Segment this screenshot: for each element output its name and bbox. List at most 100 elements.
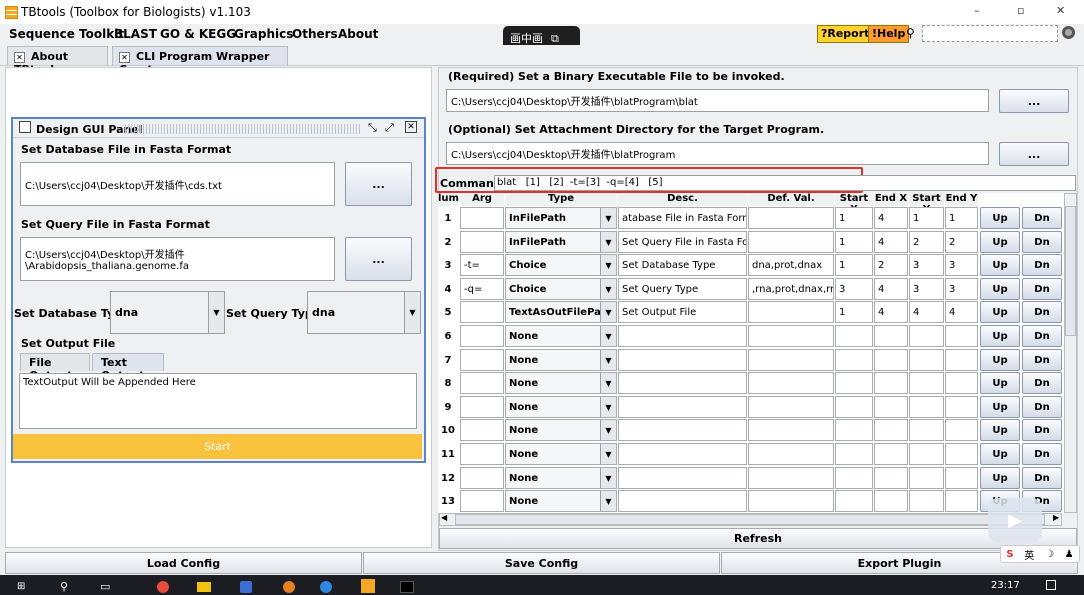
table-cell-desc[interactable]: Set Database Type: [618, 254, 747, 276]
table-cell-sx[interactable]: [835, 396, 873, 418]
clock[interactable]: 23:17: [991, 580, 1020, 591]
table-cell-arg[interactable]: [460, 231, 504, 253]
table-cell-def[interactable]: [748, 419, 834, 441]
move-up-button[interactable]: Up: [980, 419, 1020, 441]
edge-icon[interactable]: [320, 581, 332, 593]
menu-sequence-toolkit[interactable]: Sequence Toolkit: [9, 27, 124, 41]
file-explorer-icon[interactable]: [197, 582, 211, 592]
table-cell-ey[interactable]: [945, 467, 978, 489]
table-cell-ex[interactable]: 4: [874, 278, 908, 300]
terminal-icon[interactable]: [400, 581, 414, 593]
tab-close-icon[interactable]: ✕: [14, 52, 25, 63]
table-cell-ey[interactable]: [945, 396, 978, 418]
load-config-button[interactable]: Load Config: [5, 552, 362, 574]
binary-path-input[interactable]: C:\Users\ccj04\Desktop\开发插件\blatProgram\…: [446, 89, 989, 112]
tab-about-tbtools[interactable]: ✕About TBtools: [7, 46, 108, 76]
move-down-button[interactable]: Dn: [1022, 396, 1062, 418]
query-file-input[interactable]: C:\Users\ccj04\Desktop\开发插件\Arabidopsis_…: [20, 237, 335, 281]
search-input[interactable]: [922, 25, 1058, 42]
table-cell-arg[interactable]: [460, 467, 504, 489]
command-field[interactable]: blat [1] [2] -t=[3] -q=[4] [5]: [494, 175, 1076, 191]
table-cell-ex[interactable]: [874, 419, 908, 441]
tab-close-icon[interactable]: ✕: [119, 52, 130, 63]
menu-graphics[interactable]: Graphics: [234, 27, 293, 41]
close-button[interactable]: ✕: [1056, 4, 1065, 17]
type-select[interactable]: InFilePath ▼: [505, 207, 617, 229]
type-select[interactable]: None ▼: [505, 372, 617, 394]
table-cell-desc[interactable]: Set Query File in Fasta Form: [618, 231, 747, 253]
table-cell-arg[interactable]: [460, 349, 504, 371]
binary-browse-button[interactable]: ...: [999, 89, 1069, 113]
table-cell-desc[interactable]: [618, 325, 747, 347]
menu-others[interactable]: Others: [292, 27, 338, 41]
table-cell-sy[interactable]: [909, 325, 944, 347]
maximize-button[interactable]: ▫: [1017, 4, 1024, 17]
table-cell-sx[interactable]: [835, 467, 873, 489]
table-cell-ex[interactable]: 4: [874, 231, 908, 253]
table-cell-sx[interactable]: 1: [835, 254, 873, 276]
menu-blast[interactable]: BLAST: [114, 27, 157, 41]
minimize-button[interactable]: –: [974, 4, 980, 17]
type-select[interactable]: None ▼: [505, 467, 617, 489]
table-cell-desc[interactable]: [618, 490, 747, 512]
table-cell-ey[interactable]: 4: [945, 301, 978, 323]
table-cell-sy[interactable]: [909, 490, 944, 512]
app-icon[interactable]: [240, 581, 252, 593]
table-cell-sy[interactable]: [909, 419, 944, 441]
table-cell-sx[interactable]: 3: [835, 278, 873, 300]
type-select[interactable]: None ▼: [505, 490, 617, 512]
table-cell-ex[interactable]: [874, 349, 908, 371]
move-up-button[interactable]: Up: [980, 254, 1020, 276]
table-cell-ey[interactable]: [945, 443, 978, 465]
restore-icon[interactable]: ⤡: [368, 121, 377, 135]
db-browse-button[interactable]: ...: [345, 162, 412, 206]
windows-start-icon[interactable]: ⊞: [17, 581, 25, 592]
table-cell-sx[interactable]: [835, 419, 873, 441]
vscroll-thumb[interactable]: [1065, 206, 1076, 336]
table-cell-def[interactable]: [748, 301, 834, 323]
table-cell-ex[interactable]: [874, 325, 908, 347]
ime-toolbar[interactable]: S 英 ☽ ♟: [1000, 545, 1080, 563]
drag-handle[interactable]: [125, 124, 360, 134]
table-cell-desc[interactable]: [618, 349, 747, 371]
menu-go-kegg[interactable]: GO & KEGG: [160, 27, 236, 41]
table-cell-def[interactable]: [748, 207, 834, 229]
move-up-button[interactable]: Up: [980, 467, 1020, 489]
table-cell-ey[interactable]: [945, 490, 978, 512]
type-select[interactable]: Choice ▼: [505, 278, 617, 300]
type-select[interactable]: None ▼: [505, 349, 617, 371]
move-down-button[interactable]: Dn: [1022, 207, 1062, 229]
move-up-button[interactable]: Up: [980, 231, 1020, 253]
table-cell-ex[interactable]: 4: [874, 207, 908, 229]
shirt-icon[interactable]: ♟: [1065, 549, 1074, 560]
table-cell-ey[interactable]: [945, 349, 978, 371]
table-cell-def[interactable]: [748, 372, 834, 394]
maximize-icon[interactable]: ⤢: [385, 121, 394, 135]
moon-icon[interactable]: ☽: [1045, 549, 1054, 560]
settings-icon[interactable]: [1062, 26, 1075, 39]
table-cell-def[interactable]: ,rna,prot,dnax,rnax: [748, 278, 834, 300]
move-down-button[interactable]: Dn: [1022, 278, 1062, 300]
db-type-select[interactable]: dna ▼: [110, 291, 225, 334]
table-cell-sy[interactable]: 1: [909, 207, 944, 229]
attach-browse-button[interactable]: ...: [999, 142, 1069, 166]
type-select[interactable]: Choice ▼: [505, 254, 617, 276]
table-cell-sx[interactable]: 1: [835, 301, 873, 323]
move-down-button[interactable]: Dn: [1022, 467, 1062, 489]
move-up-button[interactable]: Up: [980, 207, 1020, 229]
table-cell-arg[interactable]: -t=: [460, 254, 504, 276]
move-up-button[interactable]: Up: [980, 278, 1020, 300]
table-cell-ey[interactable]: [945, 372, 978, 394]
scrollbar-thumb[interactable]: [455, 514, 1045, 525]
table-cell-arg[interactable]: -q=: [460, 278, 504, 300]
save-config-button[interactable]: Save Config: [363, 552, 720, 574]
query-type-select[interactable]: dna ▼: [307, 291, 421, 334]
scroll-left-icon[interactable]: ◀: [441, 513, 447, 522]
tbtools-taskbar-icon[interactable]: [361, 579, 375, 593]
table-cell-ey[interactable]: [945, 325, 978, 347]
menu-about[interactable]: About: [338, 27, 378, 41]
table-cell-arg[interactable]: [460, 325, 504, 347]
table-cell-def[interactable]: [748, 231, 834, 253]
table-cell-sy[interactable]: [909, 372, 944, 394]
play-video-icon[interactable]: ▶: [988, 498, 1042, 542]
